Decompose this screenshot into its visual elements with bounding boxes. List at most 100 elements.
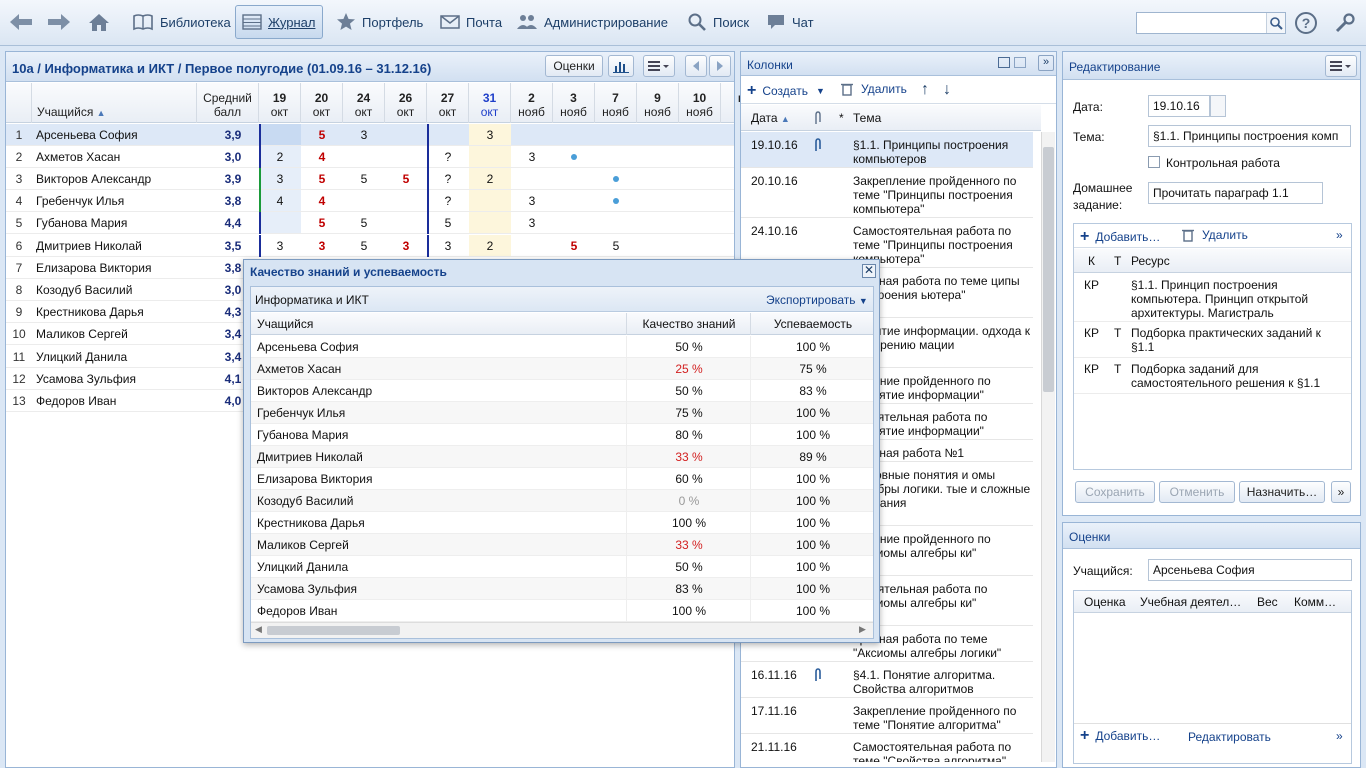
table-row[interactable]: Маликов Сергей 33 % 100 %: [251, 534, 873, 556]
grade-cell[interactable]: 5: [427, 216, 469, 230]
list-item[interactable]: 16.11.16 §4.1. Понятие алгоритма. Свойств…: [741, 662, 1033, 698]
table-row[interactable]: Усамова Зульфия 83 % 100 %: [251, 578, 873, 600]
grade-cell[interactable]: 3: [469, 128, 511, 142]
grade-cell[interactable]: 5: [343, 239, 385, 253]
grade-cell[interactable]: 3: [259, 172, 301, 186]
more-icon[interactable]: »: [1336, 228, 1343, 242]
resource-row[interactable]: КР Т Подборка заданий для самостоятельного…: [1074, 358, 1351, 394]
table-row[interactable]: Улицкий Данила 50 % 100 %: [251, 556, 873, 578]
date-field[interactable]: 19.10.16: [1148, 95, 1210, 117]
table-row[interactable]: Губанова Мария 80 % 100 %: [251, 424, 873, 446]
column-header-date[interactable]: 24 окт: [343, 83, 385, 123]
grade-cell[interactable]: 5: [301, 172, 343, 186]
nav-portfolio[interactable]: Портфель: [332, 8, 427, 36]
scroll-right-icon[interactable]: ▶: [859, 624, 866, 635]
close-icon[interactable]: ✕: [862, 264, 876, 278]
column-header-date[interactable]: 10 нояб: [679, 83, 721, 123]
delete-resource-button[interactable]: Удалить: [1182, 228, 1248, 242]
grade-cell[interactable]: 5: [343, 216, 385, 230]
nav-library[interactable]: Библиотека: [128, 8, 235, 36]
table-row[interactable]: 4 Гребенчук Илья 3,8 4 4? 3: [6, 190, 734, 212]
next-page-button[interactable]: [709, 55, 731, 77]
nav-search[interactable]: Поиск: [683, 8, 753, 36]
grade-cell[interactable]: 4: [259, 194, 301, 208]
grade-cell[interactable]: 5: [553, 239, 595, 253]
scroll-left-icon[interactable]: ◀: [255, 624, 262, 635]
grade-cell[interactable]: 2: [259, 150, 301, 164]
calendar-icon[interactable]: [1210, 95, 1226, 117]
grade-cell[interactable]: 4: [301, 194, 343, 208]
grade-cell[interactable]: 5: [595, 239, 637, 253]
edit-grade-button[interactable]: Редактировать: [1188, 730, 1271, 744]
table-row[interactable]: 1 Арсеньева София 3,9 5 3 3: [6, 124, 734, 146]
column-header-date[interactable]: 19 окт: [259, 83, 301, 123]
dialog-hscrollbar[interactable]: ◀ ▶: [251, 622, 873, 638]
nav-chat[interactable]: Чат: [762, 8, 818, 36]
grade-cell[interactable]: 5: [301, 128, 343, 142]
scrollbar-thumb[interactable]: [1043, 147, 1054, 392]
column-header-date[interactable]: 7 нояб: [595, 83, 637, 123]
move-down-icon[interactable]: ↓: [943, 81, 951, 99]
create-column-button[interactable]: + Создать ▼: [747, 82, 825, 100]
nav-admin[interactable]: Администрирование: [512, 8, 672, 36]
export-button[interactable]: Экспортировать ▼: [766, 293, 868, 307]
column-header-date[interactable]: 2 нояб: [511, 83, 553, 123]
add-grade-button[interactable]: + Добавить…: [1080, 727, 1160, 745]
grade-cell[interactable]: 3: [511, 150, 553, 164]
list-item[interactable]: 19.10.16 §1.1. Принципы построения компью…: [741, 132, 1033, 168]
table-row[interactable]: Гребенчук Илья 75 % 100 %: [251, 402, 873, 424]
grade-cell[interactable]: 2: [469, 239, 511, 253]
topic-field[interactable]: §1.1. Принципы построения комп: [1148, 125, 1351, 147]
column-header-date[interactable]: 9 нояб: [637, 83, 679, 123]
grade-cell[interactable]: ?: [427, 150, 469, 164]
column-header-avg[interactable]: Средний балл: [197, 83, 259, 123]
student-field[interactable]: Арсеньева София: [1148, 559, 1352, 581]
table-row[interactable]: Крестникова Дарья 100 % 100 %: [251, 512, 873, 534]
grade-cell[interactable]: 3: [427, 239, 469, 253]
delete-column-button[interactable]: Удалить: [841, 82, 907, 96]
home-button[interactable]: [88, 8, 114, 36]
table-row[interactable]: Елизарова Виктория 60 % 100 %: [251, 468, 873, 490]
resource-row[interactable]: КР Т Подборка практических заданий к §1.1: [1074, 322, 1351, 358]
list-item[interactable]: 17.11.16 Закрепление пройденного по теме …: [741, 698, 1033, 734]
global-search-button[interactable]: [1266, 13, 1285, 33]
nav-journal[interactable]: Журнал: [235, 5, 323, 39]
table-row[interactable]: Козодуб Василий 0 % 100 %: [251, 490, 873, 512]
collapse-panel-icon[interactable]: »: [1038, 55, 1054, 71]
table-row[interactable]: Ахметов Хасан 25 % 75 %: [251, 358, 873, 380]
table-row[interactable]: Дмитриев Николай 33 % 89 %: [251, 446, 873, 468]
table-row[interactable]: 5 Губанова Мария 4,4 5 5 5 3: [6, 212, 734, 234]
move-up-icon[interactable]: ↑: [921, 81, 929, 99]
grade-cell[interactable]: ?: [427, 194, 469, 208]
table-row[interactable]: 2 Ахметов Хасан 3,0 2 4? 3: [6, 146, 734, 168]
grade-cell[interactable]: 4: [301, 150, 343, 164]
grades-button[interactable]: Оценки: [545, 55, 603, 77]
table-row[interactable]: 6 Дмитриев Николай 3,5 3 3 5 3 3 2 5 5: [6, 235, 734, 257]
homework-field[interactable]: Прочитать параграф 1.1: [1148, 182, 1323, 204]
global-search-input[interactable]: [1136, 12, 1286, 34]
more-actions-button[interactable]: »: [1331, 481, 1351, 503]
grade-cell[interactable]: 3: [301, 239, 343, 253]
grade-cell[interactable]: 3: [343, 128, 385, 142]
column-header-date[interactable]: 27 окт: [427, 83, 469, 123]
column-header-date[interactable]: Дата ▲: [751, 111, 790, 125]
table-row[interactable]: Федоров Иван 100 % 100 %: [251, 600, 873, 622]
cancel-button[interactable]: Отменить: [1159, 481, 1235, 503]
column-header-student[interactable]: Учащийся ▲: [32, 83, 197, 123]
grade-cell[interactable]: 5: [301, 216, 343, 230]
grade-cell[interactable]: ?: [427, 172, 469, 186]
grade-cell[interactable]: 3: [385, 239, 427, 253]
nav-mail[interactable]: Почта: [436, 8, 506, 36]
resource-row[interactable]: КР §1.1. Принцип построения компьютера. П…: [1074, 274, 1351, 322]
list-item[interactable]: 20.10.16 Закрепление пройденного по теме …: [741, 168, 1033, 218]
chart-button[interactable]: [608, 55, 634, 77]
settings-button[interactable]: [1334, 12, 1356, 37]
save-button[interactable]: Сохранить: [1075, 481, 1155, 503]
column-header-date[interactable]: 20 окт: [301, 83, 343, 123]
back-button[interactable]: [8, 8, 36, 36]
column-header-date[interactable]: 26 окт: [385, 83, 427, 123]
column-header-date[interactable]: 31 окт: [469, 83, 511, 123]
help-icon[interactable]: ?: [1295, 12, 1317, 34]
scrollbar-thumb[interactable]: [267, 626, 400, 635]
grade-cell[interactable]: 5: [385, 172, 427, 186]
